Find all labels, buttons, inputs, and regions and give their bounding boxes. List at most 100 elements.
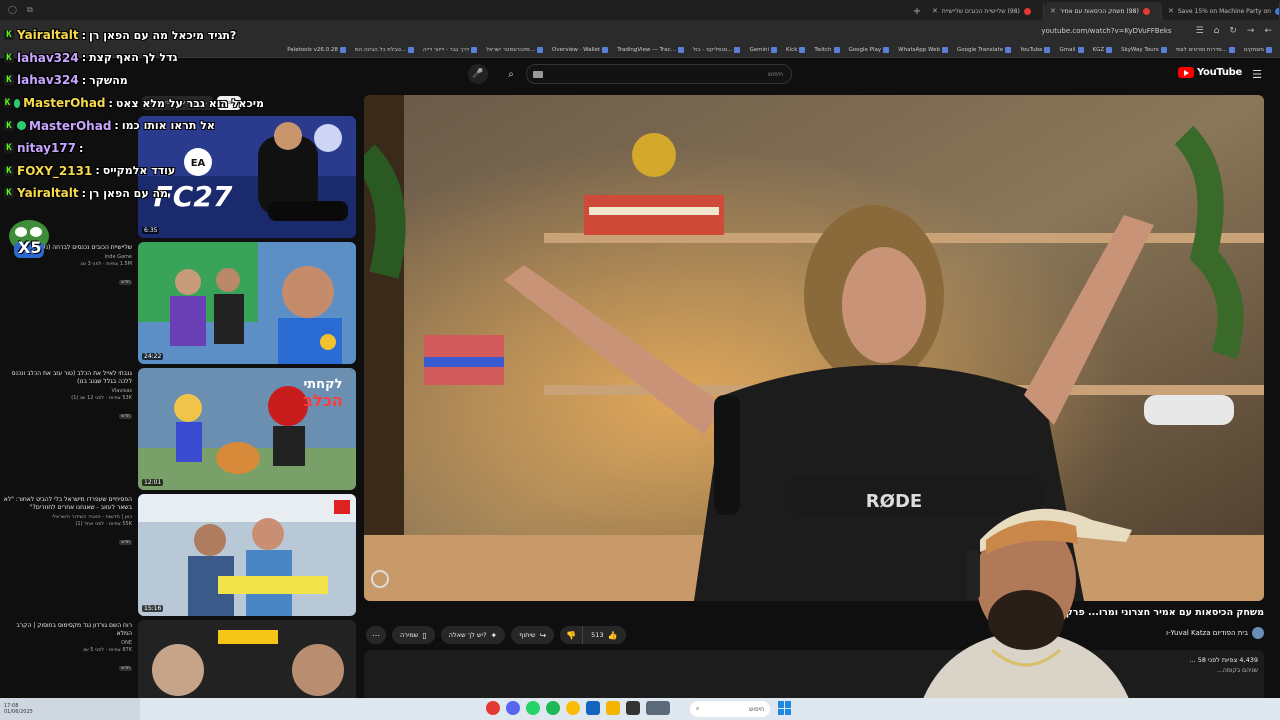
view-count: 87K צפיות · לפני 5 שנ: [83, 647, 132, 653]
app-icon[interactable]: [626, 701, 640, 715]
chat-username: lahav324: [17, 73, 79, 88]
channel-name[interactable]: בית הפודיום Yuval Katza-ו: [1166, 629, 1248, 637]
bookmark-favicon-icon: [1005, 46, 1012, 53]
bookmark-item[interactable]: Gemini: [749, 46, 778, 53]
subscriber-badge-icon: [13, 98, 21, 108]
bookmark-item[interactable]: סינכרונסטר ישראל...: [486, 46, 544, 53]
url-field[interactable]: youtube.com/watch?v=KyDVuFFBeks: [1041, 27, 1185, 35]
view-count: 53K צפיות · לפני 12 שנ (1): [71, 395, 132, 401]
whatsapp-icon[interactable]: [526, 701, 540, 715]
chat-separator: :: [95, 164, 100, 178]
bookmark-item[interactable]: טבלת כל הבינה המ...: [355, 46, 415, 53]
bookmark-item[interactable]: Twitch: [814, 46, 840, 53]
channel-name[interactable]: כאן | חדשות - תאגיד השידור הישראלי: [2, 513, 132, 521]
chat-message: Knitay177:: [4, 137, 264, 160]
youtube-icon: [1142, 7, 1150, 15]
video-title[interactable]: הפסיחיים שעפרדו מישראל בלי להביט לאחור: …: [2, 496, 132, 512]
app-icon[interactable]: [646, 701, 670, 715]
start-button[interactable]: [778, 701, 792, 715]
avatar[interactable]: [1252, 627, 1264, 639]
pinned-apps: [486, 701, 670, 715]
video-thumbnail[interactable]: לקחתי הכלב 12:01: [138, 368, 356, 490]
photos-icon[interactable]: [586, 701, 600, 715]
kick-icon: K: [4, 188, 14, 199]
video-thumbnail[interactable]: 24:22: [138, 242, 356, 364]
chat-username: lahav324: [17, 50, 79, 65]
emote-multiplier: X5: [18, 238, 42, 257]
share-button[interactable]: שיתוף ↪: [511, 626, 555, 644]
thumbs-up-icon: 👍: [607, 630, 618, 640]
bookmark-item[interactable]: Google Play: [849, 46, 890, 53]
view-count: 4,439 צפיות לפני 58 ...: [1189, 656, 1258, 664]
bookmark-item[interactable]: נטפליקס - בול...: [693, 46, 741, 53]
chat-separator: :: [79, 141, 84, 155]
taskbar-search[interactable]: ⌕ חיפוש: [690, 701, 770, 717]
back-icon[interactable]: ←: [1264, 26, 1272, 36]
reload-icon[interactable]: ↻: [1229, 26, 1237, 36]
bookmark-item[interactable]: Gmail: [1059, 46, 1084, 53]
duration-badge: 6:35: [142, 227, 160, 234]
home-icon[interactable]: ⌂: [1214, 26, 1220, 36]
recommended-video-2[interactable]: שליישיית הכובים נכנסים לברחה (נעלו אותנו…: [0, 242, 358, 364]
bookmark-item[interactable]: Overview · Wallet: [552, 46, 609, 53]
search-icon: ⌕: [696, 705, 700, 712]
app-icon[interactable]: [486, 701, 500, 715]
more-button[interactable]: ⋯: [366, 626, 386, 644]
bookmark-item[interactable]: Google Translate: [957, 46, 1012, 53]
subscriber-badge-icon: [17, 121, 26, 131]
close-icon[interactable]: ✕: [932, 7, 938, 15]
bookmark-item[interactable]: Kick: [786, 46, 806, 53]
recommended-video-3[interactable]: גנבתי לאייל את הכלב (טור עזב את הכלב ונכ…: [0, 368, 358, 490]
bookmark-item[interactable]: WhatsApp Web: [898, 46, 948, 53]
youtube-logo[interactable]: YouTube: [1178, 67, 1242, 78]
save-button[interactable]: שמירה ▯: [392, 626, 435, 644]
chat-message: K FOXY_2131: עודד אלמקייס: [4, 160, 264, 183]
chat-separator: :: [114, 119, 119, 133]
video-title[interactable]: רוח השם גורדון נגד מקסימוס בחוסוק | הקרב…: [2, 622, 132, 638]
bookmark-item[interactable]: KGZ: [1093, 46, 1113, 53]
keyboard-icon[interactable]: [533, 71, 543, 78]
duration-badge: 12:01: [142, 479, 164, 486]
close-icon[interactable]: ✕: [1050, 7, 1056, 15]
recommended-video-4[interactable]: הפסיחיים שעפרדו מישראל בלי להביט לאחור: …: [0, 494, 358, 616]
view-count: 1.5M צפיות · לפני 3 שנ: [80, 261, 132, 267]
chat-message: Klahav324: גדל לך האף קצת: [4, 47, 264, 70]
tab-3[interactable]: Save 15% on Machine Party on ✕: [1162, 2, 1280, 20]
chrome-icon[interactable]: [566, 701, 580, 715]
bookmark-item[interactable]: משחקים: [1244, 46, 1272, 53]
bookmark-favicon-icon: [1044, 46, 1051, 53]
kick-icon: K: [4, 30, 14, 41]
folder-icon[interactable]: [606, 701, 620, 715]
search-icon[interactable]: ⌕: [500, 64, 522, 84]
dislike-button[interactable]: 👎: [560, 626, 583, 644]
bookmark-item[interactable]: Paletools v26.0.28: [287, 46, 346, 53]
chat-separator: :: [81, 73, 87, 87]
bookmark-item[interactable]: סדרות וסרטים לצפי...: [1176, 46, 1235, 53]
bookmark-item[interactable]: SkyWay Tours: [1121, 46, 1167, 53]
spotify-icon[interactable]: [546, 701, 560, 715]
bookmark-favicon-icon: [537, 46, 544, 53]
like-button[interactable]: 513 👍: [582, 626, 626, 644]
channel-name[interactable]: ONE: [2, 639, 132, 647]
ask-button[interactable]: יש לך שאלה? ✦: [440, 626, 506, 644]
menu-icon[interactable]: ☰: [1252, 68, 1262, 81]
window-controls: ◯ ⧉: [8, 5, 33, 14]
chat-username: MasterOhad: [29, 118, 112, 133]
bookmark-item[interactable]: TradingView — Trac...: [617, 46, 684, 53]
discord-icon[interactable]: [506, 701, 520, 715]
new-tab-button[interactable]: +: [908, 2, 926, 20]
close-icon[interactable]: ✕: [1168, 7, 1174, 15]
bookmark-icon[interactable]: ☰: [1196, 26, 1204, 36]
tab-2[interactable]: (98) משחק הכיסאות עם אמיר ✕: [1044, 2, 1162, 20]
bookmark-item[interactable]: YouTube: [1020, 46, 1051, 53]
video-thumbnail[interactable]: 15:16: [138, 494, 356, 616]
channel-row: בית הפודיום Yuval Katza-ו: [1166, 627, 1264, 639]
search-input[interactable]: חיפוש: [526, 64, 792, 84]
clock[interactable]: 17:08 01/06/2025: [4, 703, 33, 715]
channel-name[interactable]: Vlavisas: [2, 387, 133, 395]
tab-1[interactable]: (98) שליישיית הכובים שליישיית ✕: [926, 2, 1044, 20]
bookmark-item[interactable]: דרך גבר - דיוור דייה: [423, 46, 478, 53]
microphone-icon[interactable]: 🎤: [468, 64, 488, 84]
forward-icon[interactable]: →: [1247, 26, 1255, 36]
video-title[interactable]: גנבתי לאייל את הכלב (טור עזב את הכלב ונכ…: [2, 370, 132, 386]
